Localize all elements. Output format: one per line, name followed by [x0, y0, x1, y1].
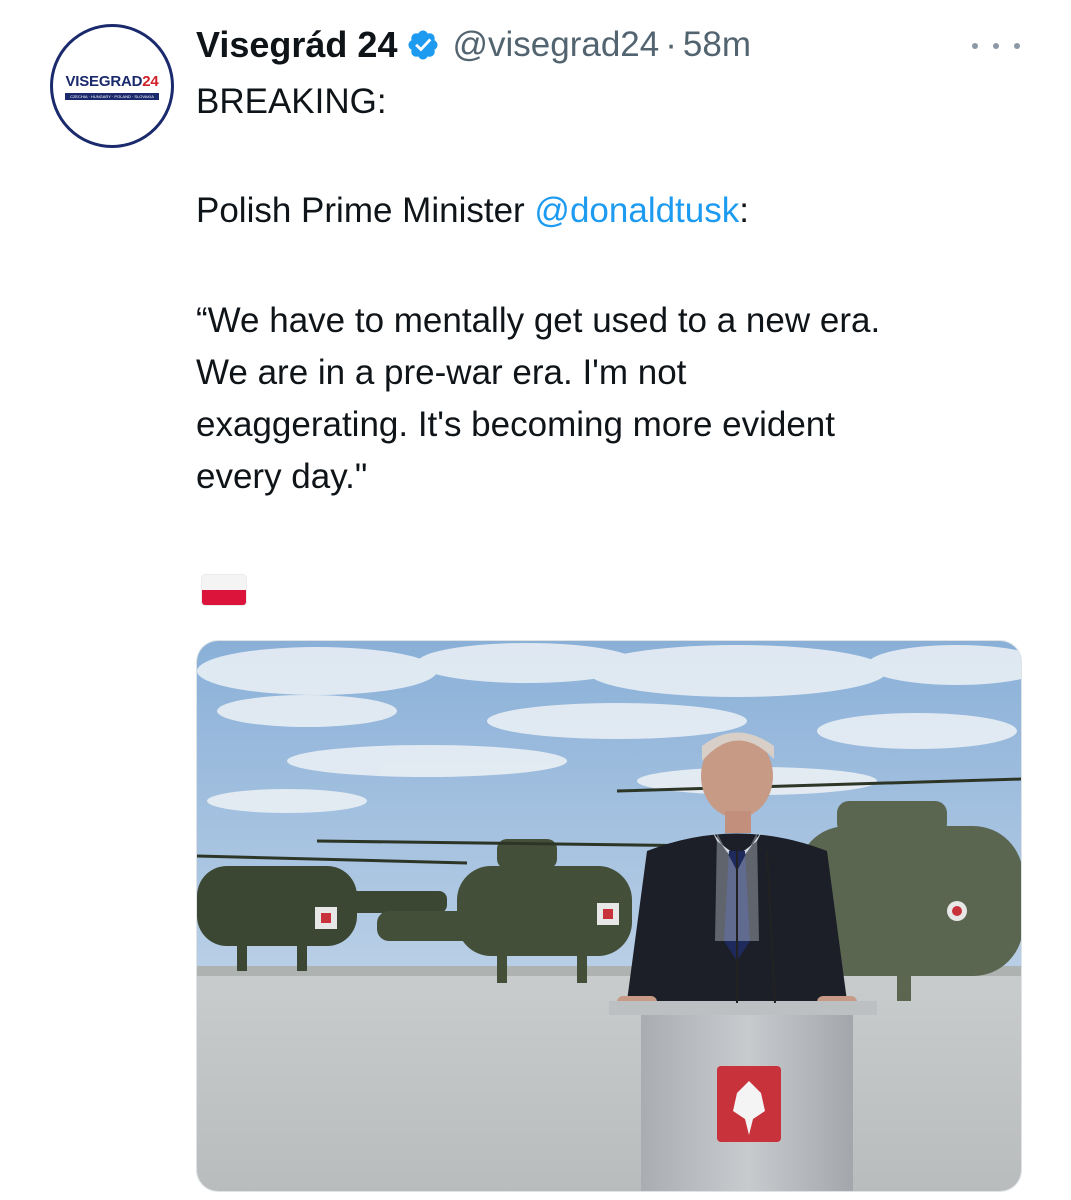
tweet-quote: “We have to mentally get used to a new e… — [196, 295, 1036, 503]
poland-flag-emoji — [202, 575, 246, 605]
quote-line: exaggerating. It's becoming more evident — [196, 405, 835, 444]
pm-prefix: Polish Prime Minister — [196, 191, 535, 230]
timestamp[interactable]: 58m — [683, 25, 751, 65]
quote-line: We are in a pre-war era. I'm not — [196, 353, 687, 392]
tweet-text-breaking: BREAKING: — [196, 82, 387, 121]
mention-link[interactable]: @donaldtusk — [534, 191, 739, 230]
avatar-strip: CZECHIA · HUNGARY · POLAND · SLOVAKIA — [65, 92, 159, 100]
quote-line: every day." — [196, 457, 368, 496]
more-dot — [1014, 43, 1020, 49]
quote-line: “We have to mentally get used to a new e… — [196, 301, 881, 340]
more-dot — [972, 43, 978, 49]
more-options-icon[interactable] — [972, 34, 1020, 58]
avatar-logo: VISEGRAD24 — [65, 73, 158, 90]
verified-badge-icon — [406, 28, 440, 62]
avatar-brand-number: 24 — [142, 72, 159, 90]
tweet-header: Visegrád 24 @visegrad24 · 58m — [196, 22, 751, 68]
tweet-text-pm: Polish Prime Minister @donaldtusk: — [196, 185, 1036, 237]
pm-suffix: : — [739, 191, 749, 230]
separator-dot: · — [665, 25, 677, 64]
tweet-photo[interactable] — [196, 640, 1022, 1192]
display-name[interactable]: Visegrád 24 — [196, 24, 397, 66]
more-dot — [993, 43, 999, 49]
avatar-brand-text: VISEGRAD — [65, 72, 143, 90]
handle[interactable]: @visegrad24 — [452, 25, 659, 65]
avatar[interactable]: VISEGRAD24 CZECHIA · HUNGARY · POLAND · … — [50, 24, 174, 148]
tweet: VISEGRAD24 CZECHIA · HUNGARY · POLAND · … — [0, 0, 1071, 1200]
